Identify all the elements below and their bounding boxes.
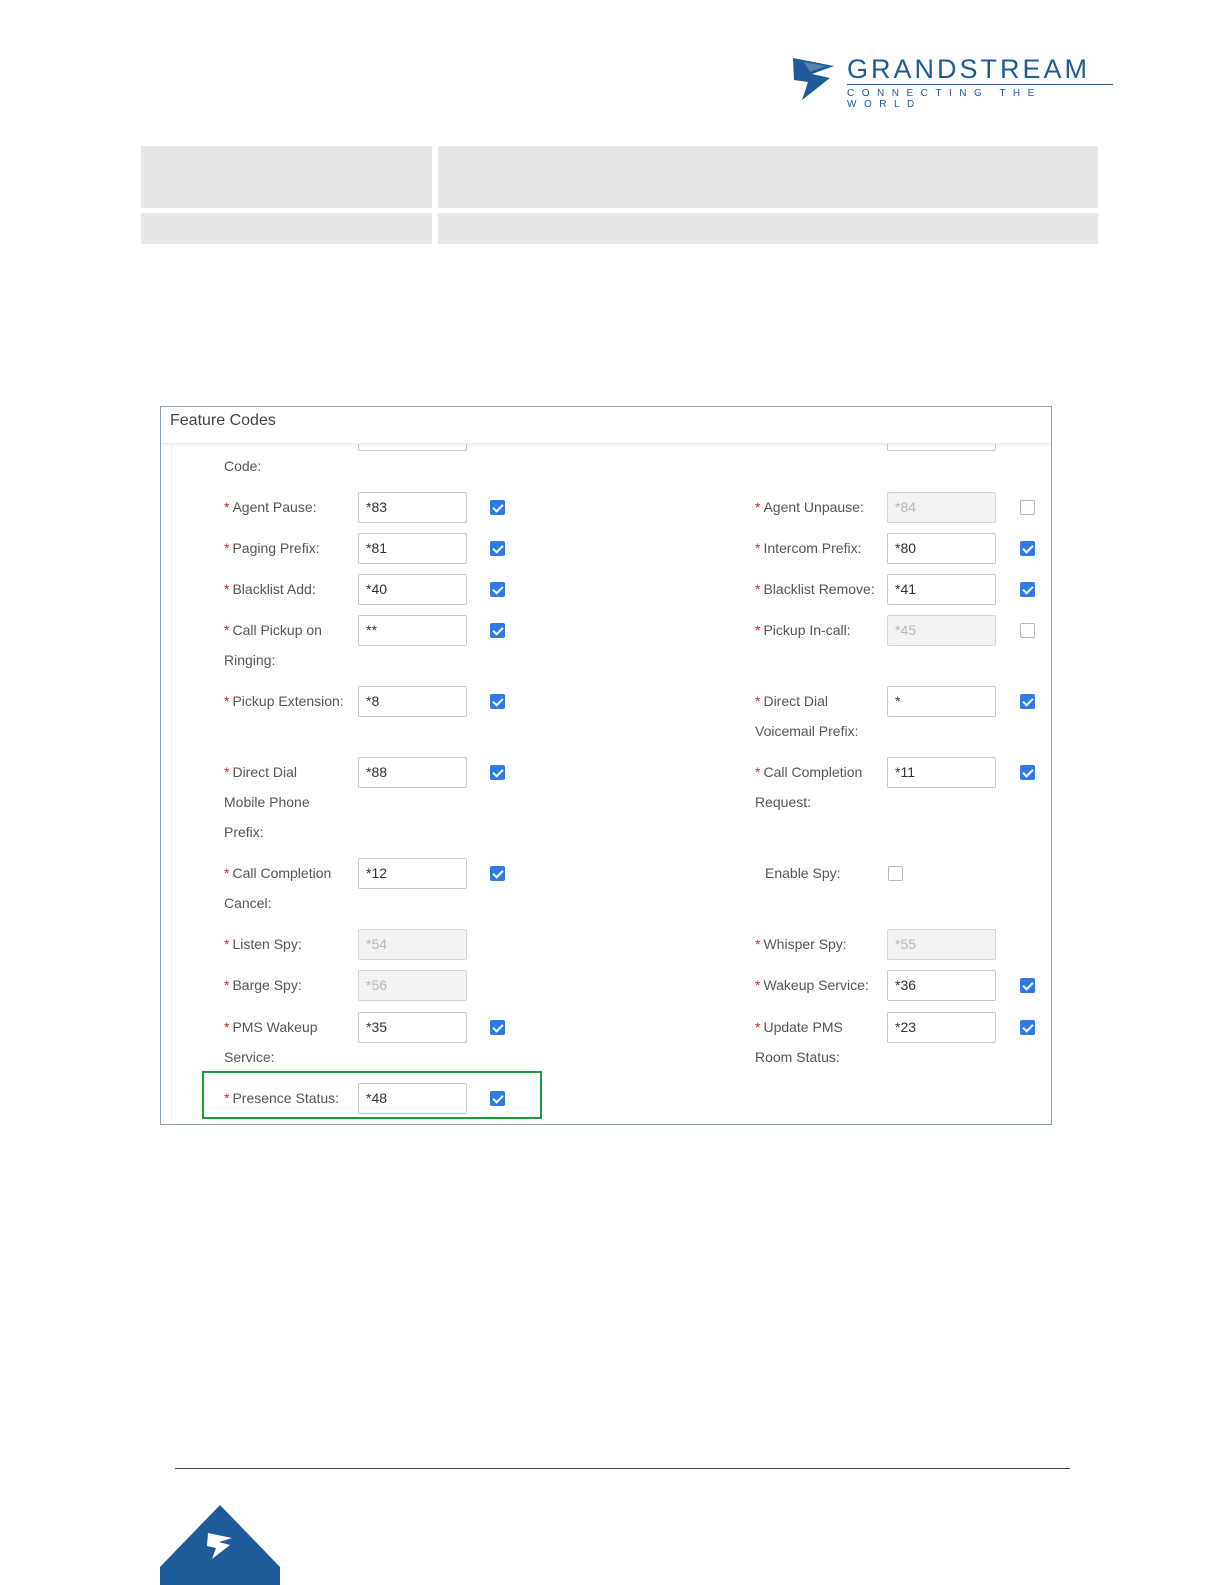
- direct-dial-mobile-checkbox[interactable]: [490, 765, 505, 780]
- panel-header: Feature Codes: [161, 407, 1051, 444]
- call-completion-cancel-label-line2: Cancel:: [224, 895, 272, 911]
- blacklist-remove-input[interactable]: *41: [887, 574, 996, 605]
- pickup-incall-input[interactable]: *45: [887, 615, 996, 646]
- blacklist-add-label: * Blacklist Add:: [224, 581, 316, 597]
- table-cell: [141, 213, 432, 244]
- listen-spy-input[interactable]: *54: [358, 929, 467, 960]
- intercom-prefix-input[interactable]: *80: [887, 533, 996, 564]
- grandstream-logo-icon: [793, 58, 834, 100]
- pms-wakeup-input[interactable]: *35: [358, 1012, 467, 1043]
- pickup-incall-checkbox[interactable]: [1020, 623, 1035, 638]
- call-completion-request-label-line2: Request:: [755, 794, 812, 810]
- agent-pause-label: * Agent Pause:: [224, 499, 317, 515]
- pickup-incall-label: * Pickup In-call:: [755, 622, 851, 638]
- paging-prefix-checkbox[interactable]: [490, 541, 505, 556]
- footer-divider: [175, 1468, 1070, 1469]
- enable-spy-checkbox[interactable]: [888, 866, 903, 881]
- direct-dial-voicemail-label: * Direct Dial: [755, 693, 829, 709]
- agent-unpause-checkbox[interactable]: [1020, 500, 1035, 515]
- whisper-spy-input[interactable]: *55: [887, 929, 996, 960]
- panel-title: Feature Codes: [170, 412, 276, 429]
- grandstream-logo: GRANDSTREAM CONNECTING THE WORLD: [790, 52, 1120, 110]
- logo-wordmark: GRANDSTREAM: [847, 54, 1091, 84]
- direct-dial-mobile-label-line2: Mobile Phone: [224, 794, 310, 810]
- call-pickup-ringing-input[interactable]: **: [358, 615, 467, 646]
- direct-dial-mobile-input[interactable]: *88: [358, 757, 467, 788]
- direct-dial-mobile-label: * Direct Dial: [224, 764, 298, 780]
- update-pms-room-checkbox[interactable]: [1020, 1020, 1035, 1035]
- update-pms-room-label: * Update PMS: [755, 1019, 843, 1035]
- logo-divider: [847, 84, 1113, 85]
- direct-dial-voicemail-checkbox[interactable]: [1020, 694, 1035, 709]
- direct-dial-voicemail-input[interactable]: *: [887, 686, 996, 717]
- panel-inner-border: [171, 444, 172, 1124]
- feature-codes-panel: Feature Codes Code: * Agent Pause: *83 * A…: [160, 406, 1052, 1125]
- table-cell: [141, 146, 432, 208]
- footer-logo-icon: [160, 1505, 280, 1585]
- direct-dial-voicemail-label-line2: Voicemail Prefix:: [755, 723, 859, 739]
- call-completion-cancel-checkbox[interactable]: [490, 866, 505, 881]
- call-completion-request-checkbox[interactable]: [1020, 765, 1035, 780]
- wakeup-service-input[interactable]: *36: [887, 970, 996, 1001]
- barge-spy-input[interactable]: *56: [358, 970, 467, 1001]
- agent-unpause-label: * Agent Unpause:: [755, 499, 864, 515]
- blacklist-add-checkbox[interactable]: [490, 582, 505, 597]
- wakeup-service-label: * Wakeup Service:: [755, 977, 869, 993]
- update-pms-room-label-line2: Room Status:: [755, 1049, 840, 1065]
- update-pms-room-input[interactable]: *23: [887, 1012, 996, 1043]
- agent-unpause-input[interactable]: *84: [887, 492, 996, 523]
- call-pickup-ringing-checkbox[interactable]: [490, 623, 505, 638]
- logo-tagline: CONNECTING THE WORLD: [847, 88, 1042, 110]
- agent-pause-checkbox[interactable]: [490, 500, 505, 515]
- blacklist-remove-label: * Blacklist Remove:: [755, 581, 875, 597]
- table-cell: [438, 146, 1098, 208]
- pickup-extension-label: * Pickup Extension:: [224, 693, 344, 709]
- pickup-extension-input[interactable]: *8: [358, 686, 467, 717]
- intercom-prefix-label: * Intercom Prefix:: [755, 540, 862, 556]
- table-cell: [438, 213, 1098, 244]
- agent-pause-input[interactable]: *83: [358, 492, 467, 523]
- partial-code-label: Code:: [224, 458, 262, 474]
- pms-wakeup-checkbox[interactable]: [490, 1020, 505, 1035]
- call-completion-request-label: * Call Completion: [755, 764, 863, 780]
- listen-spy-label: * Listen Spy:: [224, 936, 302, 952]
- presence-status-highlight: [202, 1071, 542, 1119]
- direct-dial-mobile-label-line3: Prefix:: [224, 824, 264, 840]
- call-completion-request-input[interactable]: *11: [887, 757, 996, 788]
- enable-spy-label: Enable Spy:: [765, 865, 841, 881]
- paging-prefix-label: * Paging Prefix:: [224, 540, 320, 556]
- call-completion-cancel-label: * Call Completion: [224, 865, 332, 881]
- call-pickup-ringing-label-line2: Ringing:: [224, 652, 276, 668]
- barge-spy-label: * Barge Spy:: [224, 977, 302, 993]
- pickup-extension-checkbox[interactable]: [490, 694, 505, 709]
- pms-wakeup-label-line2: Service:: [224, 1049, 275, 1065]
- paging-prefix-input[interactable]: *81: [358, 533, 467, 564]
- call-completion-cancel-input[interactable]: *12: [358, 858, 467, 889]
- intercom-prefix-checkbox[interactable]: [1020, 541, 1035, 556]
- wakeup-service-checkbox[interactable]: [1020, 978, 1035, 993]
- pms-wakeup-label: * PMS Wakeup: [224, 1019, 318, 1035]
- call-pickup-ringing-label: * Call Pickup on: [224, 622, 322, 638]
- blacklist-remove-checkbox[interactable]: [1020, 582, 1035, 597]
- blacklist-add-input[interactable]: *40: [358, 574, 467, 605]
- whisper-spy-label: * Whisper Spy:: [755, 936, 847, 952]
